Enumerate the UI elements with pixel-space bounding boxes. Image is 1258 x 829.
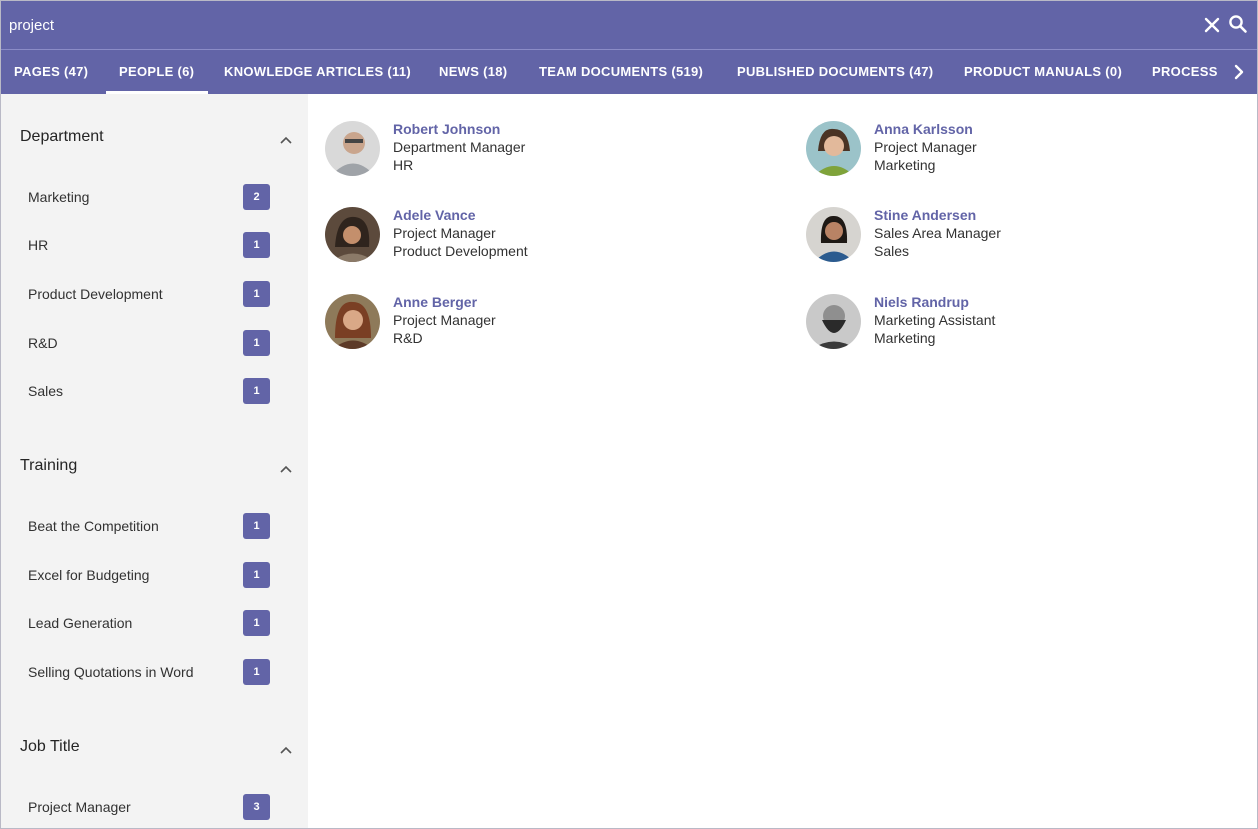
facet-label: Excel for Budgeting	[28, 567, 150, 583]
facet-item-rnd[interactable]: R&D 1	[1, 327, 308, 359]
facet-count-badge: 2	[243, 184, 270, 210]
facet-count-badge: 1	[243, 281, 270, 307]
facet-count-badge: 1	[243, 232, 270, 258]
person-title: Department Manager	[393, 139, 526, 155]
person-department: Marketing	[874, 330, 936, 346]
facet-count-badge: 1	[243, 330, 270, 356]
facet-count-badge: 1	[243, 659, 270, 685]
facet-count-badge: 1	[243, 562, 270, 588]
person-title: Project Manager	[393, 225, 496, 241]
tab-published-documents[interactable]: PUBLISHED DOCUMENTS (47)	[737, 50, 933, 94]
chevron-up-icon[interactable]	[279, 742, 293, 754]
person-name[interactable]: Niels Randrup	[874, 294, 969, 310]
avatar[interactable]	[806, 207, 861, 262]
facet-item-marketing[interactable]: Marketing 2	[1, 181, 308, 213]
facet-title-training: Training	[20, 457, 78, 474]
person-title: Project Manager	[393, 312, 496, 328]
facet-title-job-title: Job Title	[20, 738, 80, 755]
search-results-window: PAGES (47) PEOPLE (6) KNOWLEDGE ARTICLES…	[0, 0, 1258, 829]
search-input[interactable]	[9, 13, 1159, 37]
close-icon[interactable]	[1202, 15, 1222, 35]
person-title: Project Manager	[874, 139, 977, 155]
tab-team-documents[interactable]: TEAM DOCUMENTS (519)	[539, 50, 703, 94]
facet-label: Sales	[28, 383, 64, 399]
facet-item-hr[interactable]: HR 1	[1, 229, 308, 261]
person-name[interactable]: Adele Vance	[393, 207, 476, 223]
avatar[interactable]	[806, 294, 861, 349]
person-department: HR	[393, 157, 414, 173]
person-card: Adele Vance Project Manager Product Deve…	[325, 207, 765, 267]
facet-item-beat-the-competition[interactable]: Beat the Competition 1	[1, 510, 308, 542]
chevron-right-icon	[1234, 64, 1244, 80]
avatar[interactable]	[325, 207, 380, 262]
person-card: Stine Andersen Sales Area Manager Sales	[806, 207, 1246, 267]
person-name[interactable]: Anna Karlsson	[874, 121, 973, 137]
person-department: Sales	[874, 243, 910, 259]
facet-count-badge: 1	[243, 513, 270, 539]
search-icon[interactable]	[1228, 14, 1248, 34]
facet-item-selling-quotations-in-word[interactable]: Selling Quotations in Word 1	[1, 656, 308, 688]
person-card: Anna Karlsson Project Manager Marketing	[806, 121, 1246, 181]
facet-label: HR	[28, 237, 49, 253]
facet-item-project-manager[interactable]: Project Manager 3	[1, 791, 308, 823]
person-name[interactable]: Anne Berger	[393, 294, 477, 310]
tab-news[interactable]: NEWS (18)	[439, 50, 507, 94]
tab-product-manuals[interactable]: PRODUCT MANUALS (0)	[964, 50, 1122, 94]
chevron-up-icon[interactable]	[279, 461, 293, 473]
facet-item-product-development[interactable]: Product Development 1	[1, 278, 308, 310]
facet-label: Project Manager	[28, 799, 131, 815]
person-name[interactable]: Stine Andersen	[874, 207, 976, 223]
avatar[interactable]	[325, 121, 380, 176]
filter-sidebar: Department Marketing 2 HR 1 Product Deve…	[1, 94, 308, 828]
tabs-scroll-right-button[interactable]	[1222, 50, 1257, 94]
facet-count-badge: 1	[243, 610, 270, 636]
person-title: Sales Area Manager	[874, 225, 1001, 241]
person-department: Marketing	[874, 157, 936, 173]
person-card: Robert Johnson Department Manager HR	[325, 121, 765, 181]
facet-item-excel-for-budgeting[interactable]: Excel for Budgeting 1	[1, 559, 308, 591]
person-title: Marketing Assistant	[874, 312, 996, 328]
tab-process[interactable]: PROCESS	[1152, 50, 1218, 94]
person-name[interactable]: Robert Johnson	[393, 121, 500, 137]
facet-label: Selling Quotations in Word	[28, 664, 194, 680]
chevron-up-icon[interactable]	[279, 132, 293, 144]
facet-label: Product Development	[28, 286, 163, 302]
tab-pages[interactable]: PAGES (47)	[14, 50, 88, 94]
facet-label: R&D	[28, 335, 58, 351]
facet-label: Lead Generation	[28, 615, 133, 631]
facet-count-badge: 3	[243, 794, 270, 820]
facet-label: Beat the Competition	[28, 518, 159, 534]
facet-item-lead-generation[interactable]: Lead Generation 1	[1, 607, 308, 639]
tab-knowledge-articles[interactable]: KNOWLEDGE ARTICLES (11)	[224, 50, 411, 94]
facet-item-sales[interactable]: Sales 1	[1, 375, 308, 407]
avatar[interactable]	[806, 121, 861, 176]
avatar[interactable]	[325, 294, 380, 349]
facet-title-department: Department	[20, 128, 104, 145]
person-department: Product Development	[393, 243, 528, 259]
tab-people[interactable]: PEOPLE (6)	[105, 50, 209, 94]
result-tabs: PAGES (47) PEOPLE (6) KNOWLEDGE ARTICLES…	[1, 50, 1257, 94]
person-card: Niels Randrup Marketing Assistant Market…	[806, 294, 1246, 354]
search-bar	[1, 1, 1257, 50]
facet-count-badge: 1	[243, 378, 270, 404]
facet-label: Marketing	[28, 189, 90, 205]
person-department: R&D	[393, 330, 423, 346]
person-card: Anne Berger Project Manager R&D	[325, 294, 765, 354]
